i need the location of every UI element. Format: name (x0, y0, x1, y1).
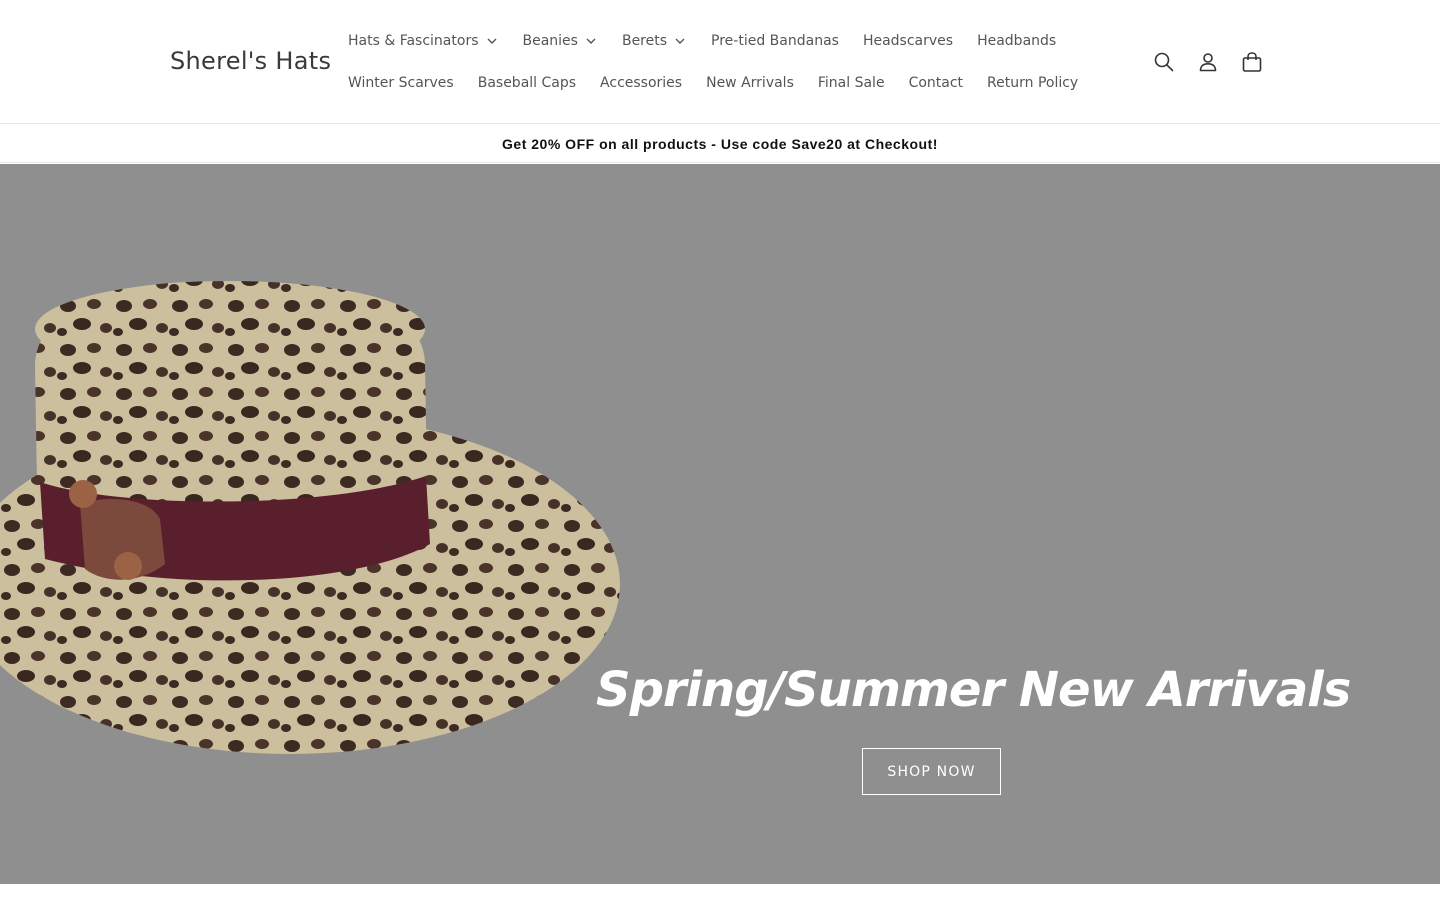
hero-banner: Spring/Summer New Arrivals SHOP NOW (0, 164, 1440, 884)
nav-item-label: Hats & Fascinators (348, 33, 479, 49)
nav-item-accessories[interactable]: Accessories (600, 75, 682, 91)
nav-item-return-policy[interactable]: Return Policy (987, 75, 1078, 91)
account-icon (1199, 53, 1217, 72)
search-icon (1154, 52, 1174, 72)
nav-item-headscarves[interactable]: Headscarves (863, 33, 953, 49)
cart-button[interactable] (1238, 48, 1266, 76)
shop-now-button[interactable]: SHOP NOW (862, 748, 1001, 795)
nav-item-beanies[interactable]: Beanies (523, 33, 598, 49)
search-button[interactable] (1150, 48, 1178, 76)
chevron-down-icon (487, 38, 496, 44)
nav-item-pre-tied-bandanas[interactable]: Pre-tied Bandanas (711, 33, 839, 49)
announcement-bar: Get 20% OFF on all products - Use code S… (0, 125, 1440, 163)
announcement-text: Get 20% OFF on all products - Use code S… (502, 135, 938, 152)
nav-item-contact[interactable]: Contact (909, 75, 963, 91)
nav-item-label: Headscarves (862, 33, 954, 49)
leopard-hat-image (0, 281, 620, 754)
hero-title: Spring/Summer New Arrivals (596, 662, 1351, 718)
page-below-hero (0, 884, 1440, 900)
nav-item-final-sale[interactable]: Final Sale (818, 75, 885, 91)
nav-item-new-arrivals[interactable]: New Arrivals (706, 75, 794, 91)
nav-item-hats-fascinators[interactable]: Hats & Fascinators (348, 33, 499, 49)
nav-item-label: Final Sale (817, 75, 885, 91)
cart-icon (1242, 52, 1262, 72)
account-button[interactable] (1194, 48, 1222, 76)
header-icons (1150, 45, 1282, 79)
chevron-down-icon (586, 38, 596, 44)
main-nav-row-1: Hats & Fascinators Beanies Berets Pre-ti… (348, 31, 1080, 51)
chevron-down-icon (675, 38, 685, 44)
main-nav-row-2: Winter Scarves Baseball Caps Accessories… (348, 73, 1102, 93)
nav-item-label: Accessories (600, 75, 683, 91)
nav-item-label: Baseball Caps (477, 75, 577, 91)
nav-item-label: New Arrivals (706, 75, 794, 91)
nav-item-label: Pre-tied Bandanas (711, 33, 839, 49)
nav-item-label: Contact (908, 75, 964, 91)
nav-item-label: Headbands (977, 33, 1057, 49)
nav-item-label: Beanies (522, 33, 578, 49)
nav-item-label: Berets (621, 33, 668, 49)
nav-item-berets[interactable]: Berets (622, 33, 687, 49)
nav-item-headbands[interactable]: Headbands (977, 33, 1056, 49)
nav-item-label: Return Policy (987, 75, 1079, 91)
store-logo[interactable]: Sherel's Hats (170, 47, 331, 75)
site-header: Sherel's Hats Hats & Fascinators Beanies… (0, 0, 1440, 124)
nav-item-label: Winter Scarves (348, 75, 454, 91)
nav-item-winter-scarves[interactable]: Winter Scarves (348, 75, 454, 91)
nav-item-baseball-caps[interactable]: Baseball Caps (478, 75, 576, 91)
